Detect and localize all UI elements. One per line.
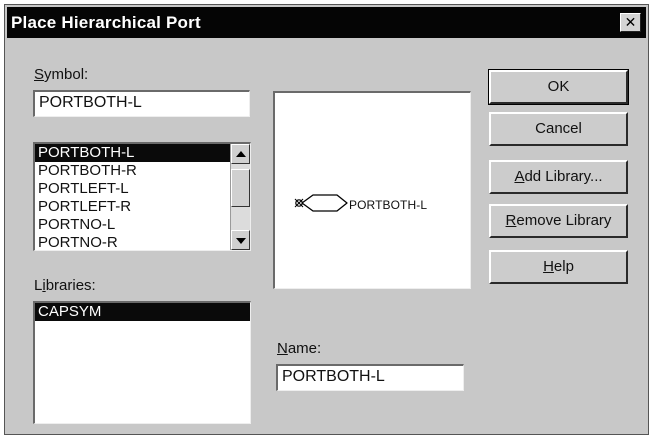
- ok-button[interactable]: OK: [488, 69, 629, 105]
- help-button[interactable]: Help: [489, 250, 628, 284]
- scroll-down-button[interactable]: [231, 230, 250, 250]
- help-accel: H: [543, 258, 554, 275]
- symbol-list[interactable]: PORTBOTH-L PORTBOTH-R PORTLEFT-L PORTLEFT-R…: [33, 142, 251, 251]
- remove-library-label: emove Library: [516, 212, 612, 229]
- name-label: Name:: [277, 340, 321, 357]
- symbol-preview: PORTBOTH-L: [273, 91, 471, 289]
- arrow-up-icon: [236, 151, 246, 157]
- add-library-accel: A: [514, 168, 525, 185]
- symbol-label-accel: S: [34, 66, 45, 83]
- window-title: Place Hierarchical Port: [11, 13, 201, 32]
- remove-library-accel: R: [505, 212, 517, 229]
- name-label-rest: ame:: [287, 340, 322, 357]
- port-symbol-graphic: [294, 194, 348, 212]
- libraries-label-rest: braries:: [45, 277, 96, 294]
- arrow-down-icon: [236, 238, 246, 244]
- symbol-list-item[interactable]: PORTNO-L: [35, 216, 250, 234]
- close-button[interactable]: ✕: [620, 13, 641, 32]
- cancel-button[interactable]: Cancel: [489, 112, 628, 146]
- symbol-list-item[interactable]: PORTBOTH-L: [35, 144, 250, 162]
- scroll-up-button[interactable]: [231, 144, 250, 164]
- add-library-button[interactable]: Add Library...: [489, 160, 628, 194]
- name-label-accel: N: [277, 340, 288, 357]
- libraries-label: Libraries:: [34, 277, 96, 294]
- symbol-list-item[interactable]: PORTLEFT-L: [35, 180, 250, 198]
- title-bar[interactable]: Place Hierarchical Port ✕: [7, 7, 646, 38]
- close-icon: ✕: [624, 14, 637, 30]
- scroll-thumb[interactable]: [231, 169, 250, 207]
- help-label: elp: [553, 258, 574, 275]
- symbol-list-item[interactable]: PORTBOTH-R: [35, 162, 250, 180]
- add-library-label: dd Library...: [524, 168, 603, 185]
- cancel-label: Cancel: [535, 120, 582, 137]
- preview-port-label: PORTBOTH-L: [349, 198, 428, 212]
- symbol-input[interactable]: PORTBOTH-L: [33, 90, 250, 117]
- place-hierarchical-port-dialog: Place Hierarchical Port ✕ Symbol: PORTBO…: [4, 4, 649, 435]
- libraries-list-items: CAPSYM: [35, 303, 250, 321]
- name-input[interactable]: PORTBOTH-L: [276, 364, 464, 391]
- port-shape: [301, 194, 348, 212]
- symbol-list-scrollbar[interactable]: [230, 144, 250, 250]
- symbol-list-items: PORTBOTH-L PORTBOTH-R PORTLEFT-L PORTLEFT-R…: [35, 144, 250, 250]
- ok-label: OK: [547, 78, 570, 95]
- libraries-list[interactable]: CAPSYM: [33, 301, 251, 424]
- symbol-label-rest: ymbol:: [44, 66, 89, 83]
- symbol-list-item[interactable]: PORTNO-R: [35, 234, 250, 250]
- symbol-list-item[interactable]: PORTLEFT-R: [35, 198, 250, 216]
- symbol-label: Symbol:: [34, 66, 88, 83]
- remove-library-button[interactable]: Remove Library: [489, 204, 628, 238]
- library-list-item[interactable]: CAPSYM: [35, 303, 250, 321]
